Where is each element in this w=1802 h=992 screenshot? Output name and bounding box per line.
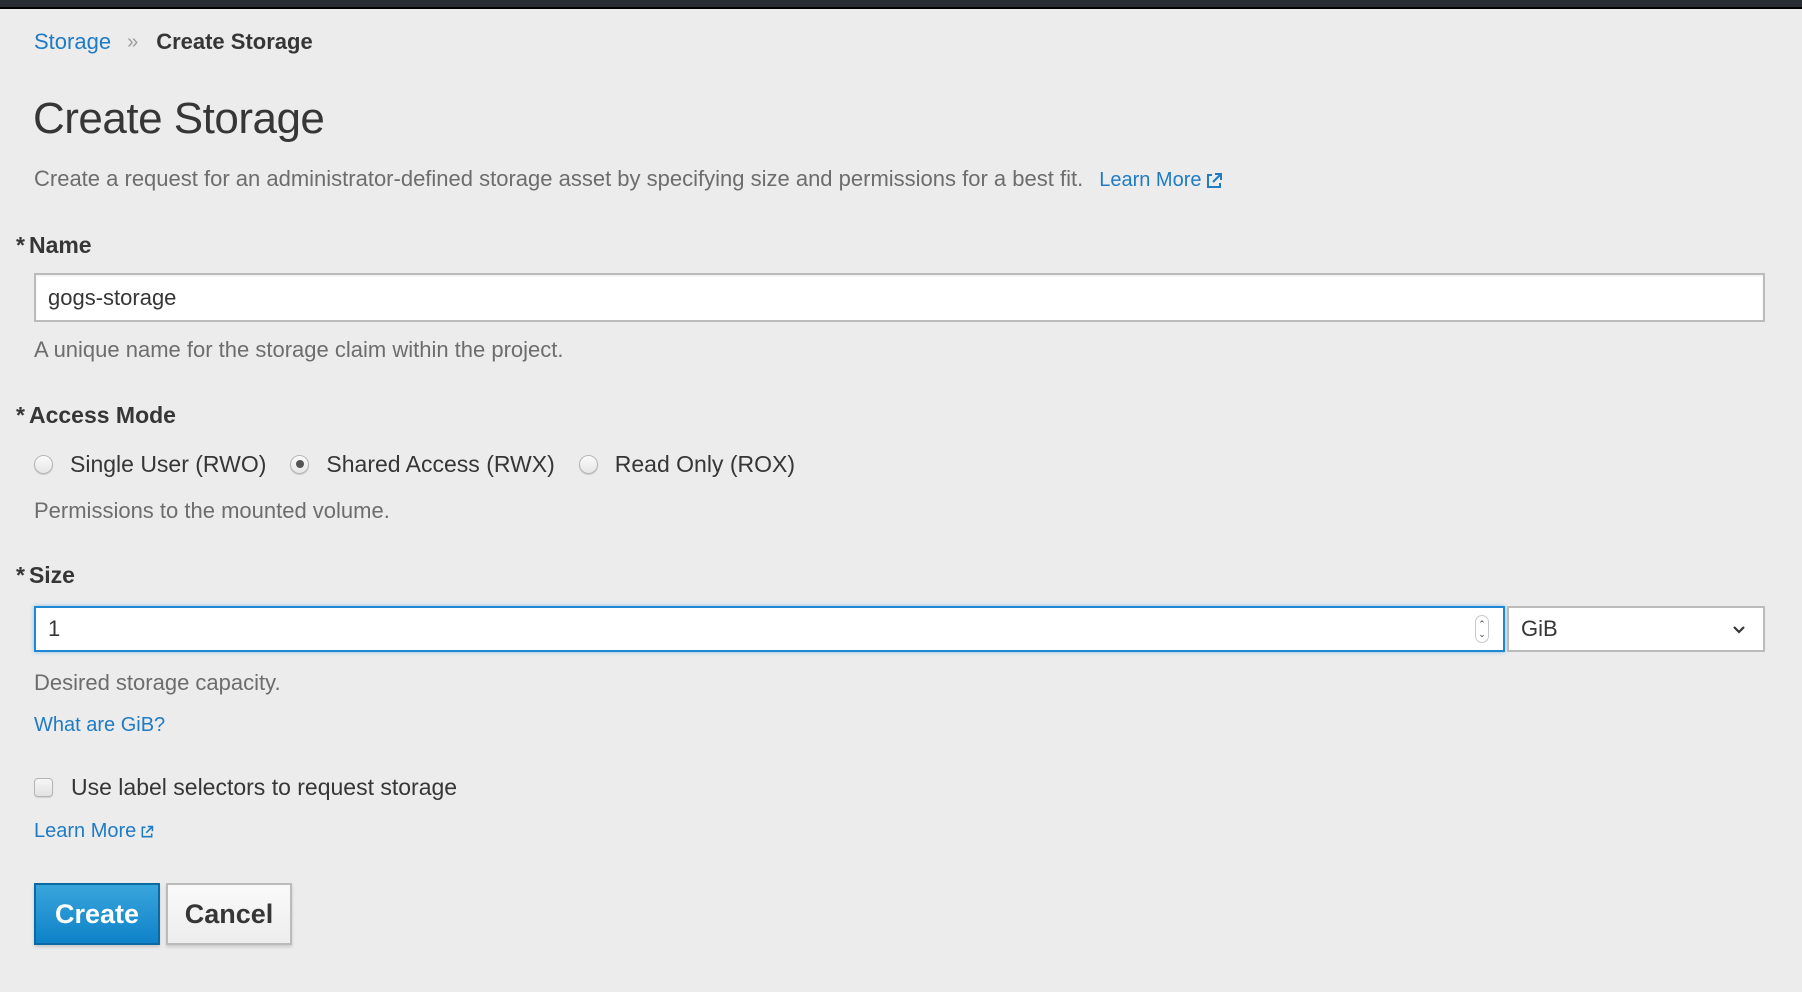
access-mode-help-text: Permissions to the mounted volume.	[34, 498, 390, 523]
label-selectors-checkbox[interactable]	[34, 777, 53, 797]
size-input-value: 1	[48, 616, 61, 641]
learn-more-label: Learn More	[34, 820, 137, 842]
stepper-down-icon[interactable]: ⌄	[1478, 629, 1486, 639]
radio-label-rwx: Shared Access (RWX)	[326, 450, 555, 477]
breadcrumb: Storage » Create Storage	[34, 27, 313, 57]
external-link-icon	[1207, 172, 1223, 188]
chevron-down-icon	[1733, 626, 1745, 634]
breadcrumb-current: Create Storage	[156, 29, 313, 54]
page-description: Create a request for an administrator-de…	[34, 166, 1084, 191]
size-label-text: Size	[28, 562, 75, 588]
access-mode-radio-group: Single User (RWO) Shared Access (RWX) Re…	[34, 449, 819, 479]
cancel-button[interactable]: Cancel	[166, 883, 292, 945]
access-mode-label-text: Access Mode	[28, 402, 176, 428]
radio-label-rox: Read Only (ROX)	[614, 450, 795, 477]
learn-more-label: Learn More	[1099, 169, 1202, 191]
radio-option-rox[interactable]: Read Only (ROX)	[578, 450, 795, 478]
label-selectors-learn-more-link[interactable]: Learn More	[34, 820, 154, 843]
size-label: * Size	[16, 562, 75, 589]
size-input[interactable]: 1 ⌃ ⌄	[34, 606, 1505, 652]
required-marker: *	[16, 232, 25, 258]
label-selectors-label: Use label selectors to request storage	[71, 773, 458, 800]
create-button[interactable]: Create	[34, 883, 160, 945]
external-link-icon	[141, 825, 154, 837]
navbar-border	[0, 7, 1802, 9]
top-navbar	[0, 0, 1802, 7]
required-marker: *	[16, 562, 25, 588]
radio-button-rwo[interactable]	[34, 454, 53, 474]
required-marker: *	[16, 402, 25, 428]
access-mode-label: * Access Mode	[16, 402, 176, 429]
size-stepper[interactable]: ⌃ ⌄	[1475, 615, 1489, 643]
stepper-up-icon[interactable]: ⌃	[1478, 619, 1486, 629]
name-input[interactable]: gogs-storage	[34, 273, 1765, 322]
name-label: * Name	[16, 232, 92, 259]
radio-label-rwo: Single User (RWO)	[70, 450, 267, 477]
size-unit-select[interactable]: GiB	[1507, 606, 1765, 652]
breadcrumb-separator-icon: »	[127, 30, 138, 53]
radio-button-rwx[interactable]	[290, 454, 310, 474]
page-title: Create Storage	[33, 94, 325, 143]
radio-option-rwo[interactable]: Single User (RWO)	[34, 451, 266, 478]
radio-option-rwx[interactable]: Shared Access (RWX)	[290, 450, 555, 478]
breadcrumb-storage-link[interactable]: Storage	[34, 29, 111, 55]
name-input-value: gogs-storage	[48, 284, 177, 310]
radio-selected-dot	[295, 460, 304, 468]
radio-button-rox[interactable]	[578, 454, 598, 474]
learn-more-link[interactable]: Learn More	[1099, 169, 1223, 192]
size-help-text: Desired storage capacity.	[34, 670, 281, 695]
what-are-gib-link[interactable]: What are GiB?	[34, 714, 165, 737]
label-selectors-option[interactable]: Use label selectors to request storage	[34, 772, 457, 802]
page-description-row: Create a request for an administrator-de…	[34, 166, 1223, 192]
size-unit-value: GiB	[1521, 616, 1558, 641]
name-label-text: Name	[28, 232, 92, 258]
name-help-text: A unique name for the storage claim with…	[34, 337, 564, 362]
